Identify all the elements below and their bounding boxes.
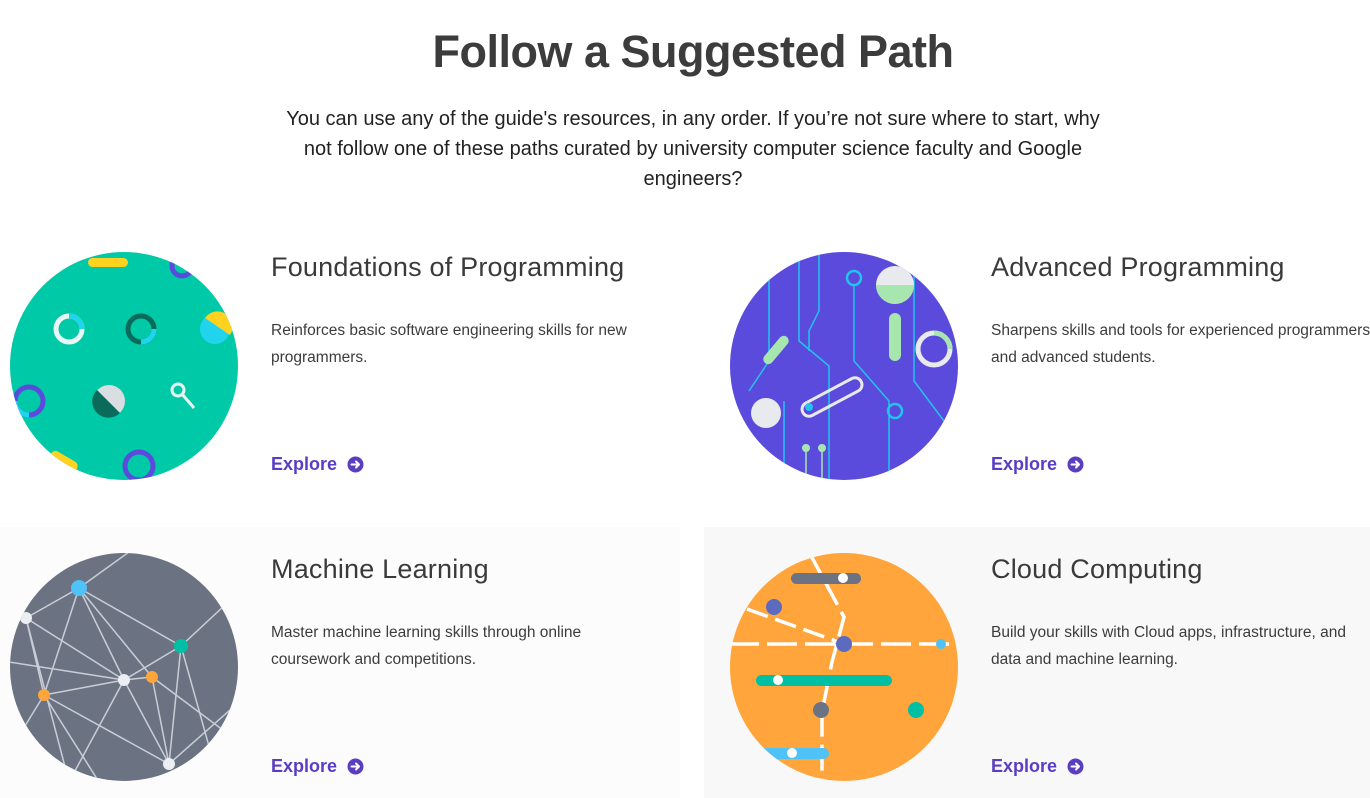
page-title: Follow a Suggested Path: [432, 26, 954, 77]
path-card-advanced: Advanced Programming Sharpens skills and…: [720, 236, 1370, 508]
path-title: Advanced Programming: [991, 252, 1285, 282]
arrow-right-circle-icon: [1067, 456, 1084, 473]
arrow-right-circle-icon: [1067, 758, 1084, 775]
explore-link-cloud-computing[interactable]: Explore: [991, 756, 1084, 777]
cloud-computing-illustration: [730, 553, 958, 781]
foundations-illustration: [10, 252, 238, 480]
path-description: Sharpens skills and tools for experience…: [991, 322, 1370, 366]
machine-learning-illustration: [10, 553, 238, 781]
explore-label: Explore: [271, 454, 338, 474]
path-title: Foundations of Programming: [271, 252, 625, 282]
path-title: Cloud Computing: [991, 554, 1203, 584]
path-description: Build your skills with Cloud apps, infra…: [991, 624, 1346, 668]
explore-label: Explore: [271, 756, 338, 776]
arrow-right-circle-icon: [347, 758, 364, 775]
explore-label: Explore: [991, 756, 1058, 776]
path-description: Reinforces basic software engineering sk…: [271, 322, 627, 366]
explore-link-machine-learning[interactable]: Explore: [271, 756, 364, 777]
explore-link-advanced[interactable]: Explore: [991, 454, 1084, 475]
path-description: Master machine learning skills through o…: [271, 624, 582, 668]
arrow-right-circle-icon: [347, 456, 364, 473]
path-card-cloud-computing: Cloud Computing Build your skills with C…: [704, 527, 1370, 798]
path-card-foundations: Foundations of Programming Reinforces ba…: [0, 236, 680, 508]
intro-text: You can use any of the guide's resources…: [286, 108, 1100, 190]
advanced-illustration: [730, 252, 958, 480]
path-card-machine-learning: Machine Learning Master machine learning…: [0, 527, 680, 798]
explore-label: Explore: [991, 454, 1058, 474]
path-title: Machine Learning: [271, 554, 489, 584]
explore-link-foundations[interactable]: Explore: [271, 454, 364, 475]
